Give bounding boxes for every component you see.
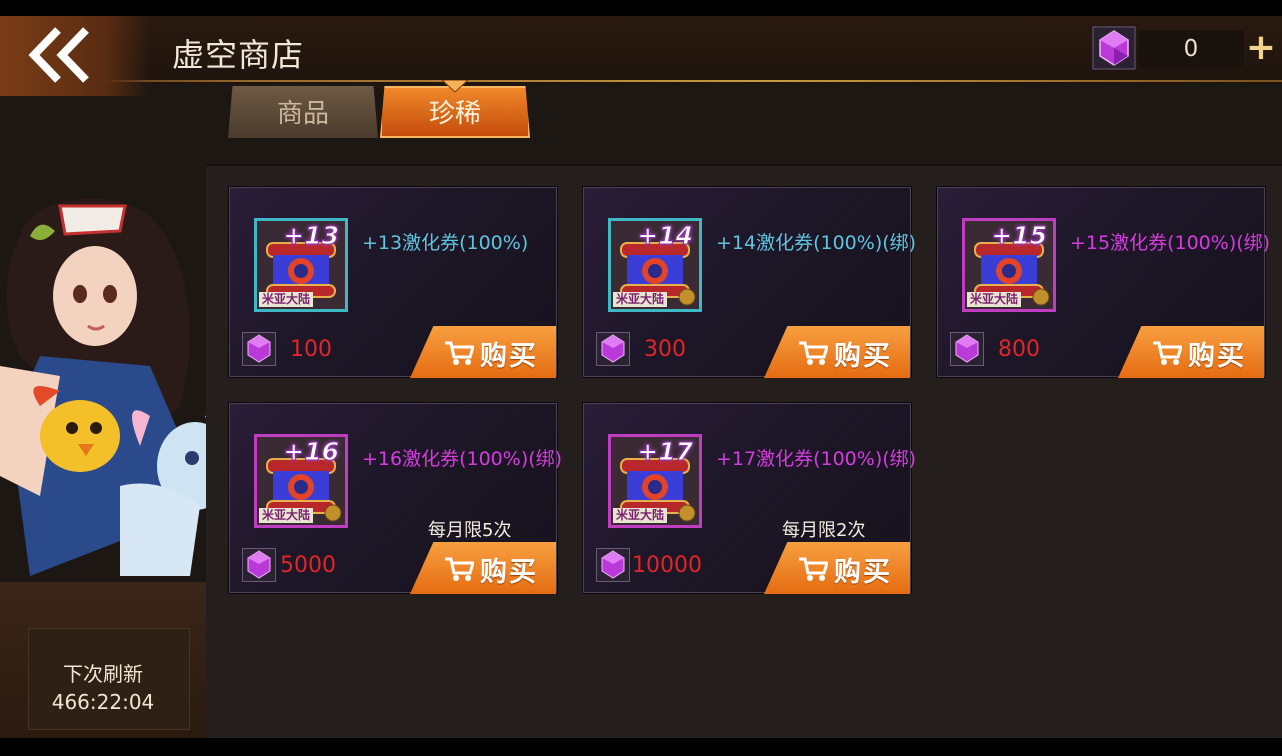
currency-display: 0 + bbox=[1092, 26, 1278, 72]
purple-gem-icon bbox=[596, 332, 630, 366]
shop-item-card: +16 米亚大陆 +16激化券(100%)(绑) 每月限5次 5000 购买 bbox=[228, 402, 562, 594]
item-price: 5000 bbox=[280, 553, 336, 578]
purchase-limit: 每月限5次 bbox=[428, 520, 512, 541]
item-level: +13 bbox=[283, 221, 340, 251]
item-price: 300 bbox=[644, 337, 686, 362]
double-chevron-left-icon bbox=[28, 27, 89, 83]
cart-icon bbox=[445, 341, 474, 365]
page-title: 虚空商店 bbox=[172, 36, 305, 74]
item-name: +15激化券(100%)(绑) bbox=[1070, 232, 1271, 254]
shop-screen: 虚空商店 0 + 商品 珍稀 下次刷新 466:22:04 +13 米亚大陆 +… bbox=[0, 16, 1282, 738]
item-region-tag: 米亚大陆 bbox=[259, 508, 314, 523]
shop-item-card: +13 米亚大陆 +13激化券(100%) 100 购买 bbox=[228, 186, 558, 378]
item-level: +17 bbox=[637, 437, 694, 467]
purchase-limit: 每月限2次 bbox=[782, 520, 866, 541]
purple-gem-icon bbox=[596, 548, 630, 582]
purple-gem-icon bbox=[242, 332, 276, 366]
purple-gem-icon bbox=[242, 548, 276, 582]
item-level: +15 bbox=[991, 221, 1048, 251]
item-icon-frame[interactable]: +17 米亚大陆 bbox=[608, 434, 702, 528]
item-region-tag: 米亚大陆 bbox=[613, 292, 668, 307]
buy-button[interactable]: 购买 bbox=[1118, 326, 1264, 378]
tab-goods[interactable]: 商品 bbox=[228, 86, 378, 138]
shop-item-card: +17 米亚大陆 +17激化券(100%)(绑) 每月限2次 10000 购买 bbox=[582, 402, 916, 594]
buy-label: 购买 bbox=[834, 557, 892, 588]
refresh-countdown: 466:22:04 bbox=[51, 690, 155, 714]
item-level: +16 bbox=[283, 437, 340, 467]
item-icon-frame[interactable]: +13 米亚大陆 bbox=[254, 218, 348, 312]
purple-gem-icon bbox=[950, 332, 984, 366]
item-price: 10000 bbox=[632, 553, 702, 578]
cart-icon bbox=[1153, 341, 1182, 365]
purple-gem-icon bbox=[1092, 26, 1136, 70]
shop-item-card: +14 米亚大陆 +14激化券(100%)(绑) 300 购买 bbox=[582, 186, 916, 378]
item-level: +14 bbox=[637, 221, 694, 251]
character-illustration bbox=[0, 198, 230, 576]
buy-label: 购买 bbox=[480, 557, 538, 588]
back-button[interactable] bbox=[0, 16, 150, 96]
header-divider bbox=[0, 80, 1282, 82]
item-region-tag: 米亚大陆 bbox=[967, 292, 1022, 307]
buy-button[interactable]: 购买 bbox=[410, 542, 556, 594]
buy-button[interactable]: 购买 bbox=[410, 326, 556, 378]
item-icon-frame[interactable]: +16 米亚大陆 bbox=[254, 434, 348, 528]
buy-label: 购买 bbox=[834, 341, 892, 372]
buy-button[interactable]: 购买 bbox=[764, 542, 910, 594]
item-name: +17激化券(100%)(绑) bbox=[716, 448, 917, 470]
item-name: +14激化券(100%)(绑) bbox=[716, 232, 917, 254]
buy-label: 购买 bbox=[480, 341, 538, 372]
shop-item-card: +15 米亚大陆 +15激化券(100%)(绑) 800 购买 bbox=[936, 186, 1270, 378]
buy-button[interactable]: 购买 bbox=[764, 326, 910, 378]
active-tab-indicator-icon bbox=[441, 80, 469, 93]
item-name: +16激化券(100%)(绑) bbox=[362, 448, 563, 470]
cart-icon bbox=[799, 557, 828, 581]
item-name: +13激化券(100%) bbox=[362, 232, 529, 254]
currency-box: 0 bbox=[1138, 30, 1244, 68]
item-region-tag: 米亚大陆 bbox=[259, 292, 314, 307]
item-price: 100 bbox=[290, 337, 332, 362]
cart-icon bbox=[445, 557, 474, 581]
currency-value: 0 bbox=[1183, 36, 1199, 62]
item-price: 800 bbox=[998, 337, 1040, 362]
add-currency-button[interactable]: + bbox=[1244, 28, 1278, 68]
item-icon-frame[interactable]: +14 米亚大陆 bbox=[608, 218, 702, 312]
cart-icon bbox=[799, 341, 828, 365]
refresh-label: 下次刷新 bbox=[63, 662, 143, 686]
buy-label: 购买 bbox=[1188, 341, 1246, 372]
item-icon-frame[interactable]: +15 米亚大陆 bbox=[962, 218, 1056, 312]
item-region-tag: 米亚大陆 bbox=[613, 508, 668, 523]
